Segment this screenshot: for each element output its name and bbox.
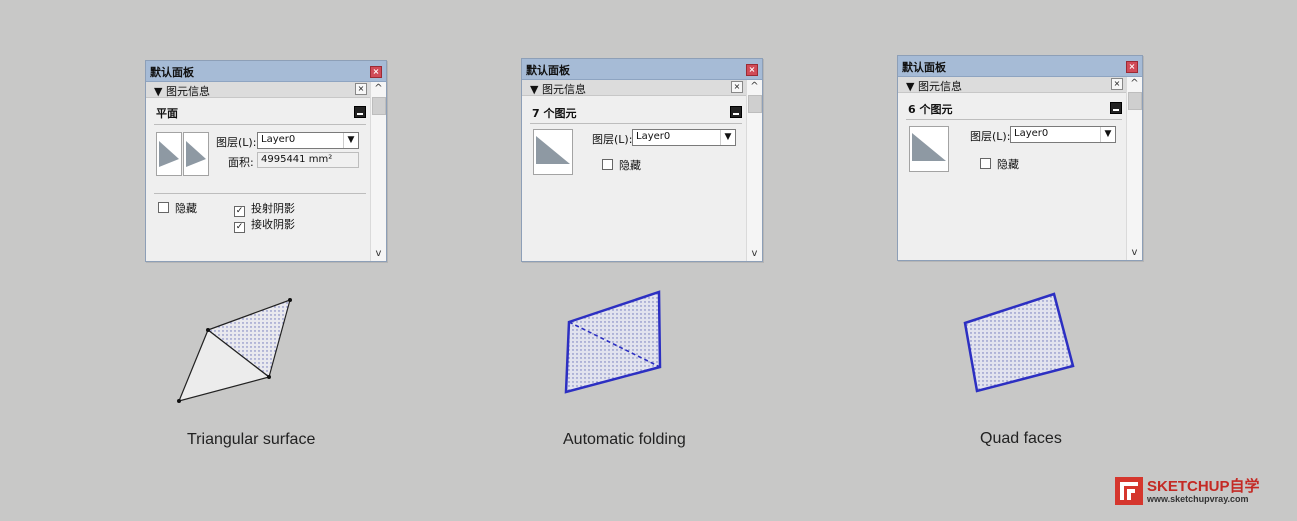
logo-url: www.sketchupvray.com bbox=[1147, 494, 1249, 504]
cast-shadow-label: 投射阴影 bbox=[251, 202, 295, 215]
area-label: 面积: bbox=[228, 156, 254, 169]
hidden-label: 隐藏 bbox=[619, 159, 641, 172]
hidden-checkbox-row[interactable]: 隐藏 bbox=[980, 156, 1019, 172]
scrollbar[interactable]: ^ v bbox=[370, 82, 386, 261]
material-preview-icon bbox=[536, 136, 570, 164]
panel-content: ▼ 图元信息 × 7 个图元 图层(L): Layer0 ▼ 隐藏 bbox=[522, 80, 746, 261]
close-icon[interactable]: × bbox=[370, 66, 382, 78]
quad-faces-illustration bbox=[963, 292, 1075, 393]
folded-quad-face[interactable] bbox=[564, 290, 662, 394]
vertex bbox=[267, 375, 271, 379]
scroll-down-icon[interactable]: v bbox=[371, 247, 386, 261]
entity-info-section-header[interactable]: ▼ 图元信息 × bbox=[146, 82, 370, 98]
panel-titlebar[interactable]: 默认面板 × bbox=[146, 61, 386, 82]
scroll-up-icon[interactable]: ^ bbox=[1127, 77, 1142, 91]
panel-title: 默认面板 bbox=[150, 66, 194, 79]
caption-automatic-folding: Automatic folding bbox=[563, 431, 686, 448]
entity-type-label: 7 个图元 bbox=[532, 107, 577, 120]
hidden-checkbox-row[interactable]: 隐藏 bbox=[602, 157, 641, 173]
scroll-thumb[interactable] bbox=[1128, 92, 1142, 110]
layer-label: 图层(L): bbox=[216, 136, 257, 149]
entity-info-section-header[interactable]: ▼ 图元信息 × bbox=[898, 77, 1126, 93]
logo-mark-icon bbox=[1115, 477, 1143, 505]
chevron-down-icon[interactable]: ▼ bbox=[720, 130, 735, 145]
divider bbox=[906, 119, 1122, 120]
section-label: ▼ 图元信息 bbox=[906, 80, 962, 93]
material-swatch[interactable] bbox=[909, 126, 949, 172]
pin-icon[interactable] bbox=[730, 106, 742, 118]
layer-label: 图层(L): bbox=[592, 133, 633, 146]
material-preview-icon bbox=[159, 141, 179, 167]
layer-select[interactable]: Layer0 ▼ bbox=[1010, 126, 1116, 143]
scroll-thumb[interactable] bbox=[372, 97, 386, 115]
quad-face[interactable] bbox=[963, 292, 1075, 393]
receive-shadow-checkbox[interactable]: ✓ bbox=[234, 222, 245, 233]
hidden-checkbox[interactable] bbox=[602, 159, 613, 170]
section-label: ▼ 图元信息 bbox=[154, 85, 210, 98]
scroll-up-icon[interactable]: ^ bbox=[747, 80, 762, 94]
front-material-swatch[interactable] bbox=[156, 132, 182, 176]
divider bbox=[154, 124, 366, 125]
material-swatch[interactable] bbox=[533, 129, 573, 175]
entity-type-label: 6 个图元 bbox=[908, 103, 953, 116]
chevron-down-icon[interactable]: ▼ bbox=[343, 133, 358, 148]
scroll-down-icon[interactable]: v bbox=[1127, 246, 1142, 260]
divider bbox=[530, 123, 742, 124]
panel-title: 默认面板 bbox=[902, 61, 946, 74]
section-close-icon[interactable]: × bbox=[731, 81, 743, 93]
hidden-checkbox[interactable] bbox=[980, 158, 991, 169]
hidden-checkbox-row[interactable]: 隐藏 bbox=[158, 200, 197, 216]
hidden-checkbox[interactable] bbox=[158, 202, 169, 213]
area-field: 4995441 mm² bbox=[257, 152, 359, 168]
entity-info-section-header[interactable]: ▼ 图元信息 × bbox=[522, 80, 746, 96]
section-label: ▼ 图元信息 bbox=[530, 83, 586, 96]
panel-title: 默认面板 bbox=[526, 64, 570, 77]
entity-info-panel-1: 默认面板 × ▼ 图元信息 × 平面 图层(L): Layer0 ▼ 面积: 4… bbox=[145, 60, 387, 262]
entity-info-panel-3: 默认面板 × ▼ 图元信息 × 6 个图元 图层(L): Layer0 ▼ 隐藏… bbox=[897, 55, 1143, 261]
close-icon[interactable]: × bbox=[746, 64, 758, 76]
layer-value: Layer0 bbox=[1014, 128, 1049, 139]
panel-titlebar[interactable]: 默认面板 × bbox=[898, 56, 1142, 77]
material-preview-icon bbox=[912, 133, 946, 161]
hidden-label: 隐藏 bbox=[175, 202, 197, 215]
layer-value: Layer0 bbox=[261, 134, 296, 145]
layer-value: Layer0 bbox=[636, 131, 671, 142]
vertex bbox=[206, 328, 210, 332]
receive-shadow-label: 接收阴影 bbox=[251, 218, 295, 231]
entity-type-label: 平面 bbox=[156, 107, 178, 120]
vertex bbox=[288, 298, 292, 302]
scrollbar[interactable]: ^ v bbox=[746, 80, 762, 261]
chevron-down-icon[interactable]: ▼ bbox=[1100, 127, 1115, 142]
automatic-folding-illustration bbox=[564, 290, 662, 394]
divider bbox=[154, 193, 366, 194]
scrollbar[interactable]: ^ v bbox=[1126, 77, 1142, 260]
panel-content: ▼ 图元信息 × 6 个图元 图层(L): Layer0 ▼ 隐藏 bbox=[898, 77, 1126, 260]
section-close-icon[interactable]: × bbox=[355, 83, 367, 95]
caption-quad-faces: Quad faces bbox=[980, 430, 1062, 447]
logo-brand: SKETCHUP自学 bbox=[1147, 478, 1260, 495]
scroll-thumb[interactable] bbox=[748, 95, 762, 113]
back-material-swatch[interactable] bbox=[183, 132, 209, 176]
material-preview-icon bbox=[186, 141, 206, 167]
entity-info-panel-2: 默认面板 × ▼ 图元信息 × 7 个图元 图层(L): Layer0 ▼ 隐藏… bbox=[521, 58, 763, 262]
pin-icon[interactable] bbox=[1110, 102, 1122, 114]
panel-titlebar[interactable]: 默认面板 × bbox=[522, 59, 762, 80]
scroll-down-icon[interactable]: v bbox=[747, 247, 762, 261]
layer-select[interactable]: Layer0 ▼ bbox=[257, 132, 359, 149]
section-close-icon[interactable]: × bbox=[1111, 78, 1123, 90]
hidden-label: 隐藏 bbox=[997, 158, 1019, 171]
scroll-up-icon[interactable]: ^ bbox=[371, 82, 386, 96]
close-icon[interactable]: × bbox=[1126, 61, 1138, 73]
receive-shadow-checkbox-row[interactable]: ✓ 接收阴影 bbox=[234, 216, 295, 233]
layer-select[interactable]: Layer0 ▼ bbox=[632, 129, 736, 146]
area-value: 4995441 mm² bbox=[261, 154, 333, 165]
caption-triangular-surface: Triangular surface bbox=[187, 431, 316, 448]
layer-label: 图层(L): bbox=[970, 130, 1011, 143]
panel-content: ▼ 图元信息 × 平面 图层(L): Layer0 ▼ 面积: 4995441 … bbox=[146, 82, 370, 261]
cast-shadow-checkbox-row[interactable]: ✓ 投射阴影 bbox=[234, 200, 295, 217]
pin-icon[interactable] bbox=[354, 106, 366, 118]
triangular-surface-illustration bbox=[177, 298, 292, 403]
vertex bbox=[177, 399, 181, 403]
